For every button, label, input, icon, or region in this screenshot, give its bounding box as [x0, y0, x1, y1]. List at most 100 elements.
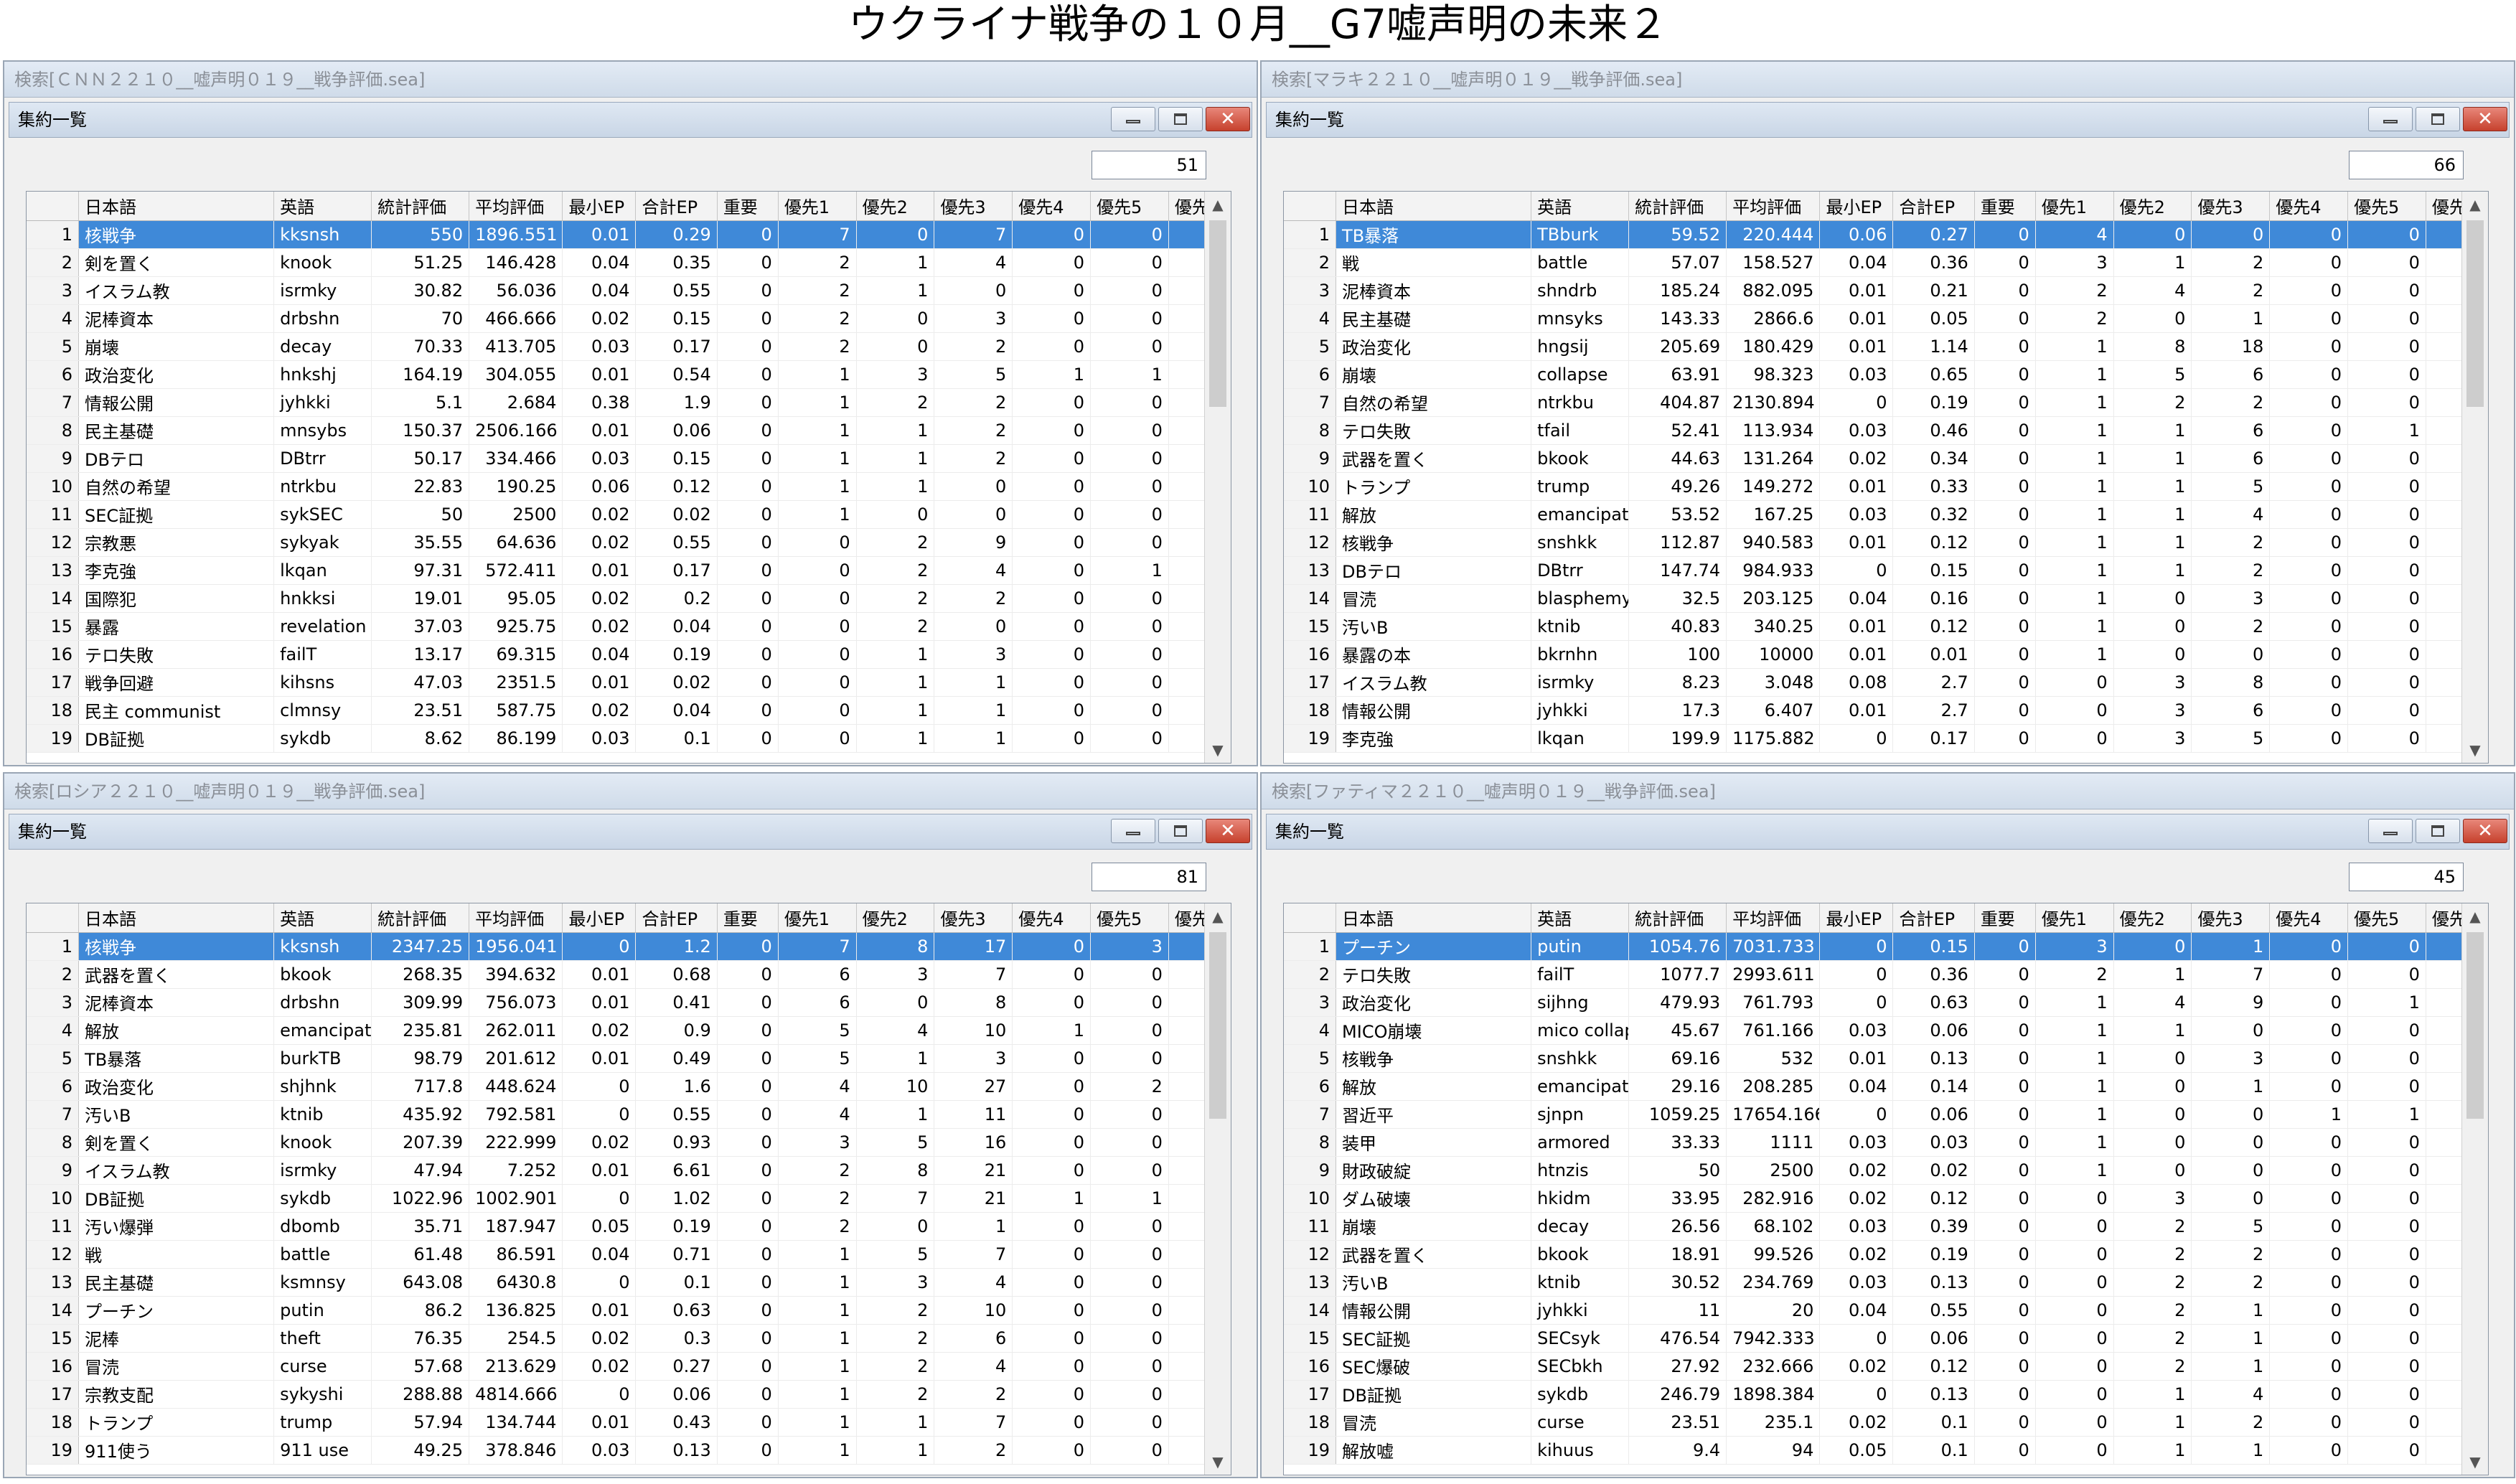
table-row[interactable]: 19 DB証拠 sykdb 8.62 86.199 0.03 0.1 0 0 1 1 0 0 [27, 724, 1219, 753]
column-header[interactable]: 統計評価 [1628, 192, 1727, 221]
maximize-button[interactable] [1158, 107, 1203, 131]
column-header[interactable] [27, 903, 80, 933]
scroll-thumb[interactable] [1209, 220, 1226, 407]
table-row[interactable]: 11 SEC証拠 sykSEC 50 2500 0.02 0.02 0 1 0 0 0 0 [27, 500, 1219, 529]
column-header[interactable]: 英語 [1531, 192, 1630, 221]
table-row[interactable]: 4 民主基礎 mnsyks 143.33 2866.6 0.01 0.05 0 2 0 1 0 0 [1284, 304, 2476, 333]
table-row[interactable]: 2 剣を置く knook 51.25 146.428 0.04 0.35 0 2 1 4 0 0 [27, 248, 1219, 277]
column-header[interactable]: 優先1 [778, 903, 857, 933]
column-header[interactable]: 優先4 [1012, 192, 1092, 221]
column-header[interactable]: 英語 [1531, 903, 1630, 933]
maximize-button[interactable] [2416, 107, 2460, 131]
column-header[interactable]: 平均評価 [1726, 192, 1821, 221]
scroll-thumb[interactable] [2466, 932, 2484, 1119]
column-header[interactable]: 優先1 [2035, 192, 2114, 221]
table-row[interactable]: 17 宗教支配 sykyshi 288.88 4814.666 0 0.06 0 1 2 2 0 0 [27, 1380, 1219, 1409]
column-header[interactable]: 最小EP [562, 192, 637, 221]
minimize-button[interactable] [1111, 819, 1155, 843]
column-header[interactable] [1284, 903, 1337, 933]
vertical-scrollbar[interactable]: ▲ ▼ [1204, 903, 1231, 1475]
table-row[interactable]: 16 SEC爆破 SECbkh 27.92 232.666 0.02 0.12 0 0 2 1 0 0 [1284, 1352, 2476, 1381]
table-row[interactable]: 16 テロ失敗 failT 13.17 69.315 0.04 0.19 0 0 1 3 0 0 [27, 640, 1219, 669]
table-row[interactable]: 12 宗教悪 sykyak 35.55 64.636 0.02 0.55 0 0 2 9 0 0 [27, 528, 1219, 557]
table-row[interactable]: 12 核戦争 snshkk 112.87 940.583 0.01 0.12 0 1 1 2 0 0 [1284, 528, 2476, 557]
table-row[interactable]: 19 911使う 911 use 49.25 378.846 0.03 0.13 0 1 1 2 0 0 [27, 1436, 1219, 1465]
close-button[interactable]: ✕ [1206, 819, 1250, 843]
table-row[interactable]: 14 国際犯 hnkksi 19.01 95.05 0.02 0.2 0 0 2 2 0 0 [27, 584, 1219, 613]
close-button[interactable]: ✕ [2463, 107, 2507, 131]
table-row[interactable]: 3 政治変化 sijhng 479.93 761.793 0 0.63 0 1 4 9 0 1 [1284, 988, 2476, 1017]
table-row[interactable]: 13 汚いB ktnib 30.52 234.769 0.03 0.13 0 0 2 2 0 0 [1284, 1268, 2476, 1297]
table-row[interactable]: 3 泥棒資本 drbshn 309.99 756.073 0.01 0.41 0 6 0 8 0 0 [27, 988, 1219, 1017]
table-row[interactable]: 11 崩壊 decay 26.56 68.102 0.03 0.39 0 0 2 5 0 0 [1284, 1212, 2476, 1241]
table-row[interactable]: 15 暴露 revelation 37.03 925.75 0.02 0.04 0 0 2 0 0 0 [27, 612, 1219, 641]
result-count-field[interactable]: 45 [2349, 863, 2464, 891]
table-row[interactable]: 10 自然の希望 ntrkbu 22.83 190.25 0.06 0.12 0 1 1 0 0 0 [27, 472, 1219, 501]
scroll-up-icon[interactable]: ▲ [2462, 192, 2488, 217]
table-row[interactable]: 4解放emancipation235.81262.0110.020.905410… [27, 1016, 1219, 1045]
table-row[interactable]: 9 武器を置く bkook 44.63 131.264 0.02 0.34 0 1 1 6 0 0 [1284, 444, 2476, 473]
close-button[interactable]: ✕ [2463, 819, 2507, 843]
column-header[interactable]: 統計評価 [371, 903, 470, 933]
table-row[interactable]: 18 情報公開 jyhkki 17.3 6.407 0.01 2.7 0 0 3 6 0 0 [1284, 696, 2476, 725]
table-row[interactable]: 7 習近平 sjnpn 1059.25 17654.166 0 0.06 0 1 0 0 1 1 [1284, 1100, 2476, 1129]
table-row[interactable]: 10 ダム破壊 hkidm 33.95 282.916 0.02 0.12 0 0 3 0 0 0 [1284, 1184, 2476, 1213]
table-row[interactable]: 16 冒涜 curse 57.68 213.629 0.02 0.27 0 1 2 4 0 0 [27, 1352, 1219, 1381]
table-row[interactable]: 11 汚い爆弾 dbomb 35.71 187.947 0.05 0.19 0 2 0 1 0 0 [27, 1212, 1219, 1241]
table-row[interactable]: 18 冒涜 curse 23.51 235.1 0.02 0.1 0 0 1 2 0 0 [1284, 1408, 2476, 1437]
column-header[interactable]: 重要 [1974, 192, 2036, 221]
column-header[interactable]: 重要 [717, 192, 779, 221]
table-row[interactable]: 6解放emancipation29.16208.2850.040.1401010… [1284, 1072, 2476, 1101]
minimize-button[interactable] [2368, 819, 2413, 843]
table-row[interactable]: 13 民主基礎 ksmnsy 643.08 6430.8 0 0.1 0 1 3 4 0 0 [27, 1268, 1219, 1297]
table-row[interactable]: 19 解放嘘 kihuus 9.4 94 0.05 0.1 0 0 1 1 0 0 [1284, 1436, 2476, 1465]
column-header[interactable]: 優先3 [2191, 192, 2271, 221]
column-header[interactable]: 優先1 [778, 192, 857, 221]
column-header[interactable]: 日本語 [78, 903, 275, 933]
table-row[interactable]: 7 自然の希望 ntrkbu 404.87 2130.894 0 0.19 0 1 2 2 0 0 [1284, 388, 2476, 417]
table-row[interactable]: 12 武器を置く bkook 18.91 99.526 0.02 0.19 0 0 2 2 0 0 [1284, 1240, 2476, 1269]
table-row[interactable]: 4 泥棒資本 drbshn 70 466.666 0.02 0.15 0 2 0 3 0 0 [27, 304, 1219, 333]
table-row[interactable]: 2 戦 battle 57.07 158.527 0.04 0.36 0 3 1 2 0 0 [1284, 248, 2476, 277]
vertical-scrollbar[interactable]: ▲ ▼ [2461, 903, 2488, 1475]
table-row[interactable]: 15 泥棒 theft 76.35 254.5 0.02 0.3 0 1 2 6 0 0 [27, 1324, 1219, 1353]
table-row[interactable]: 6 崩壊 collapse 63.91 98.323 0.03 0.65 0 1 5 6 0 0 [1284, 360, 2476, 389]
column-header[interactable]: 統計評価 [371, 192, 470, 221]
close-button[interactable]: ✕ [1206, 107, 1250, 131]
table-row[interactable]: 9 財政破綻 htnzis 50 2500 0.02 0.02 0 1 0 0 0 0 [1284, 1156, 2476, 1185]
table-row[interactable]: 19 李克強 lkqan 199.9 1175.882 0 0.17 0 0 3 5 0 0 [1284, 724, 2476, 753]
maximize-button[interactable] [1158, 819, 1203, 843]
scroll-up-icon[interactable]: ▲ [1205, 192, 1231, 217]
table-row[interactable]: 15 SEC証拠 SECsyk 476.54 7942.333 0 0.06 0 0 2 1 0 0 [1284, 1324, 2476, 1353]
table-row[interactable]: 3 イスラム教 isrmky 30.82 56.036 0.04 0.55 0 2 1 0 0 0 [27, 276, 1219, 305]
column-header[interactable]: 日本語 [78, 192, 275, 221]
table-row[interactable]: 1 核戦争 kksnsh 2347.25 1956.041 0 1.2 0 7 8 17 0 3 [27, 932, 1219, 961]
table-row[interactable]: 11解放emancipation53.52167.250.030.3201140… [1284, 500, 2476, 529]
table-row[interactable]: 8 剣を置く knook 207.39 222.999 0.02 0.93 0 3 5 16 0 0 [27, 1128, 1219, 1157]
column-header[interactable]: 日本語 [1336, 903, 1532, 933]
column-header[interactable]: 平均評価 [469, 903, 563, 933]
result-count-field[interactable]: 66 [2349, 151, 2464, 179]
column-header[interactable]: 優先4 [1012, 903, 1092, 933]
column-header[interactable] [27, 192, 80, 221]
table-row[interactable]: 1 核戦争 kksnsh 550 1896.551 0.01 0.29 0 7 0 7 0 0 [27, 220, 1219, 249]
column-header[interactable]: 優先2 [2113, 903, 2192, 933]
column-header[interactable]: 優先2 [2113, 192, 2192, 221]
column-header[interactable]: 最小EP [1819, 192, 1894, 221]
table-row[interactable]: 5 政治変化 hngsij 205.69 180.429 0.01 1.14 0 1 8 18 0 0 [1284, 332, 2476, 361]
table-row[interactable]: 18 民主 communist clmnsy 23.51 587.75 0.02 0.04 0… [27, 696, 1219, 725]
column-header[interactable]: 優先4 [2269, 903, 2349, 933]
column-header[interactable]: 優先3 [934, 192, 1013, 221]
table-row[interactable]: 16 暴露の本 bkrnhn 100 10000 0.01 0.01 0 1 0 0 0 0 [1284, 640, 2476, 669]
table-row[interactable]: 8 民主基礎 mnsybs 150.37 2506.166 0.01 0.06 0 1 1 2 0 0 [27, 416, 1219, 445]
column-header[interactable]: 合計EP [1892, 192, 1975, 221]
table-row[interactable]: 14 プーチン putin 86.2 136.825 0.01 0.63 0 1 2 10 0 0 [27, 1296, 1219, 1325]
column-header[interactable]: 優先1 [2035, 903, 2114, 933]
table-row[interactable]: 1 プーチン putin 1054.76 7031.733 0 0.15 0 3 0 1 0 0 [1284, 932, 2476, 961]
table-row[interactable]: 14 情報公開 jyhkki 11 20 0.04 0.55 0 0 2 1 0 0 [1284, 1296, 2476, 1325]
table-row[interactable]: 13 DBテロ DBtrr 147.74 984.933 0 0.15 0 1 1 2 0 0 [1284, 556, 2476, 585]
table-row[interactable]: 7 情報公開 jyhkki 5.1 2.684 0.38 1.9 0 1 2 2 0 0 [27, 388, 1219, 417]
table-row[interactable]: 2 武器を置く bkook 268.35 394.632 0.01 0.68 0 6 3 7 0 0 [27, 960, 1219, 989]
column-header[interactable]: 合計EP [635, 903, 718, 933]
column-header[interactable]: 最小EP [562, 903, 637, 933]
